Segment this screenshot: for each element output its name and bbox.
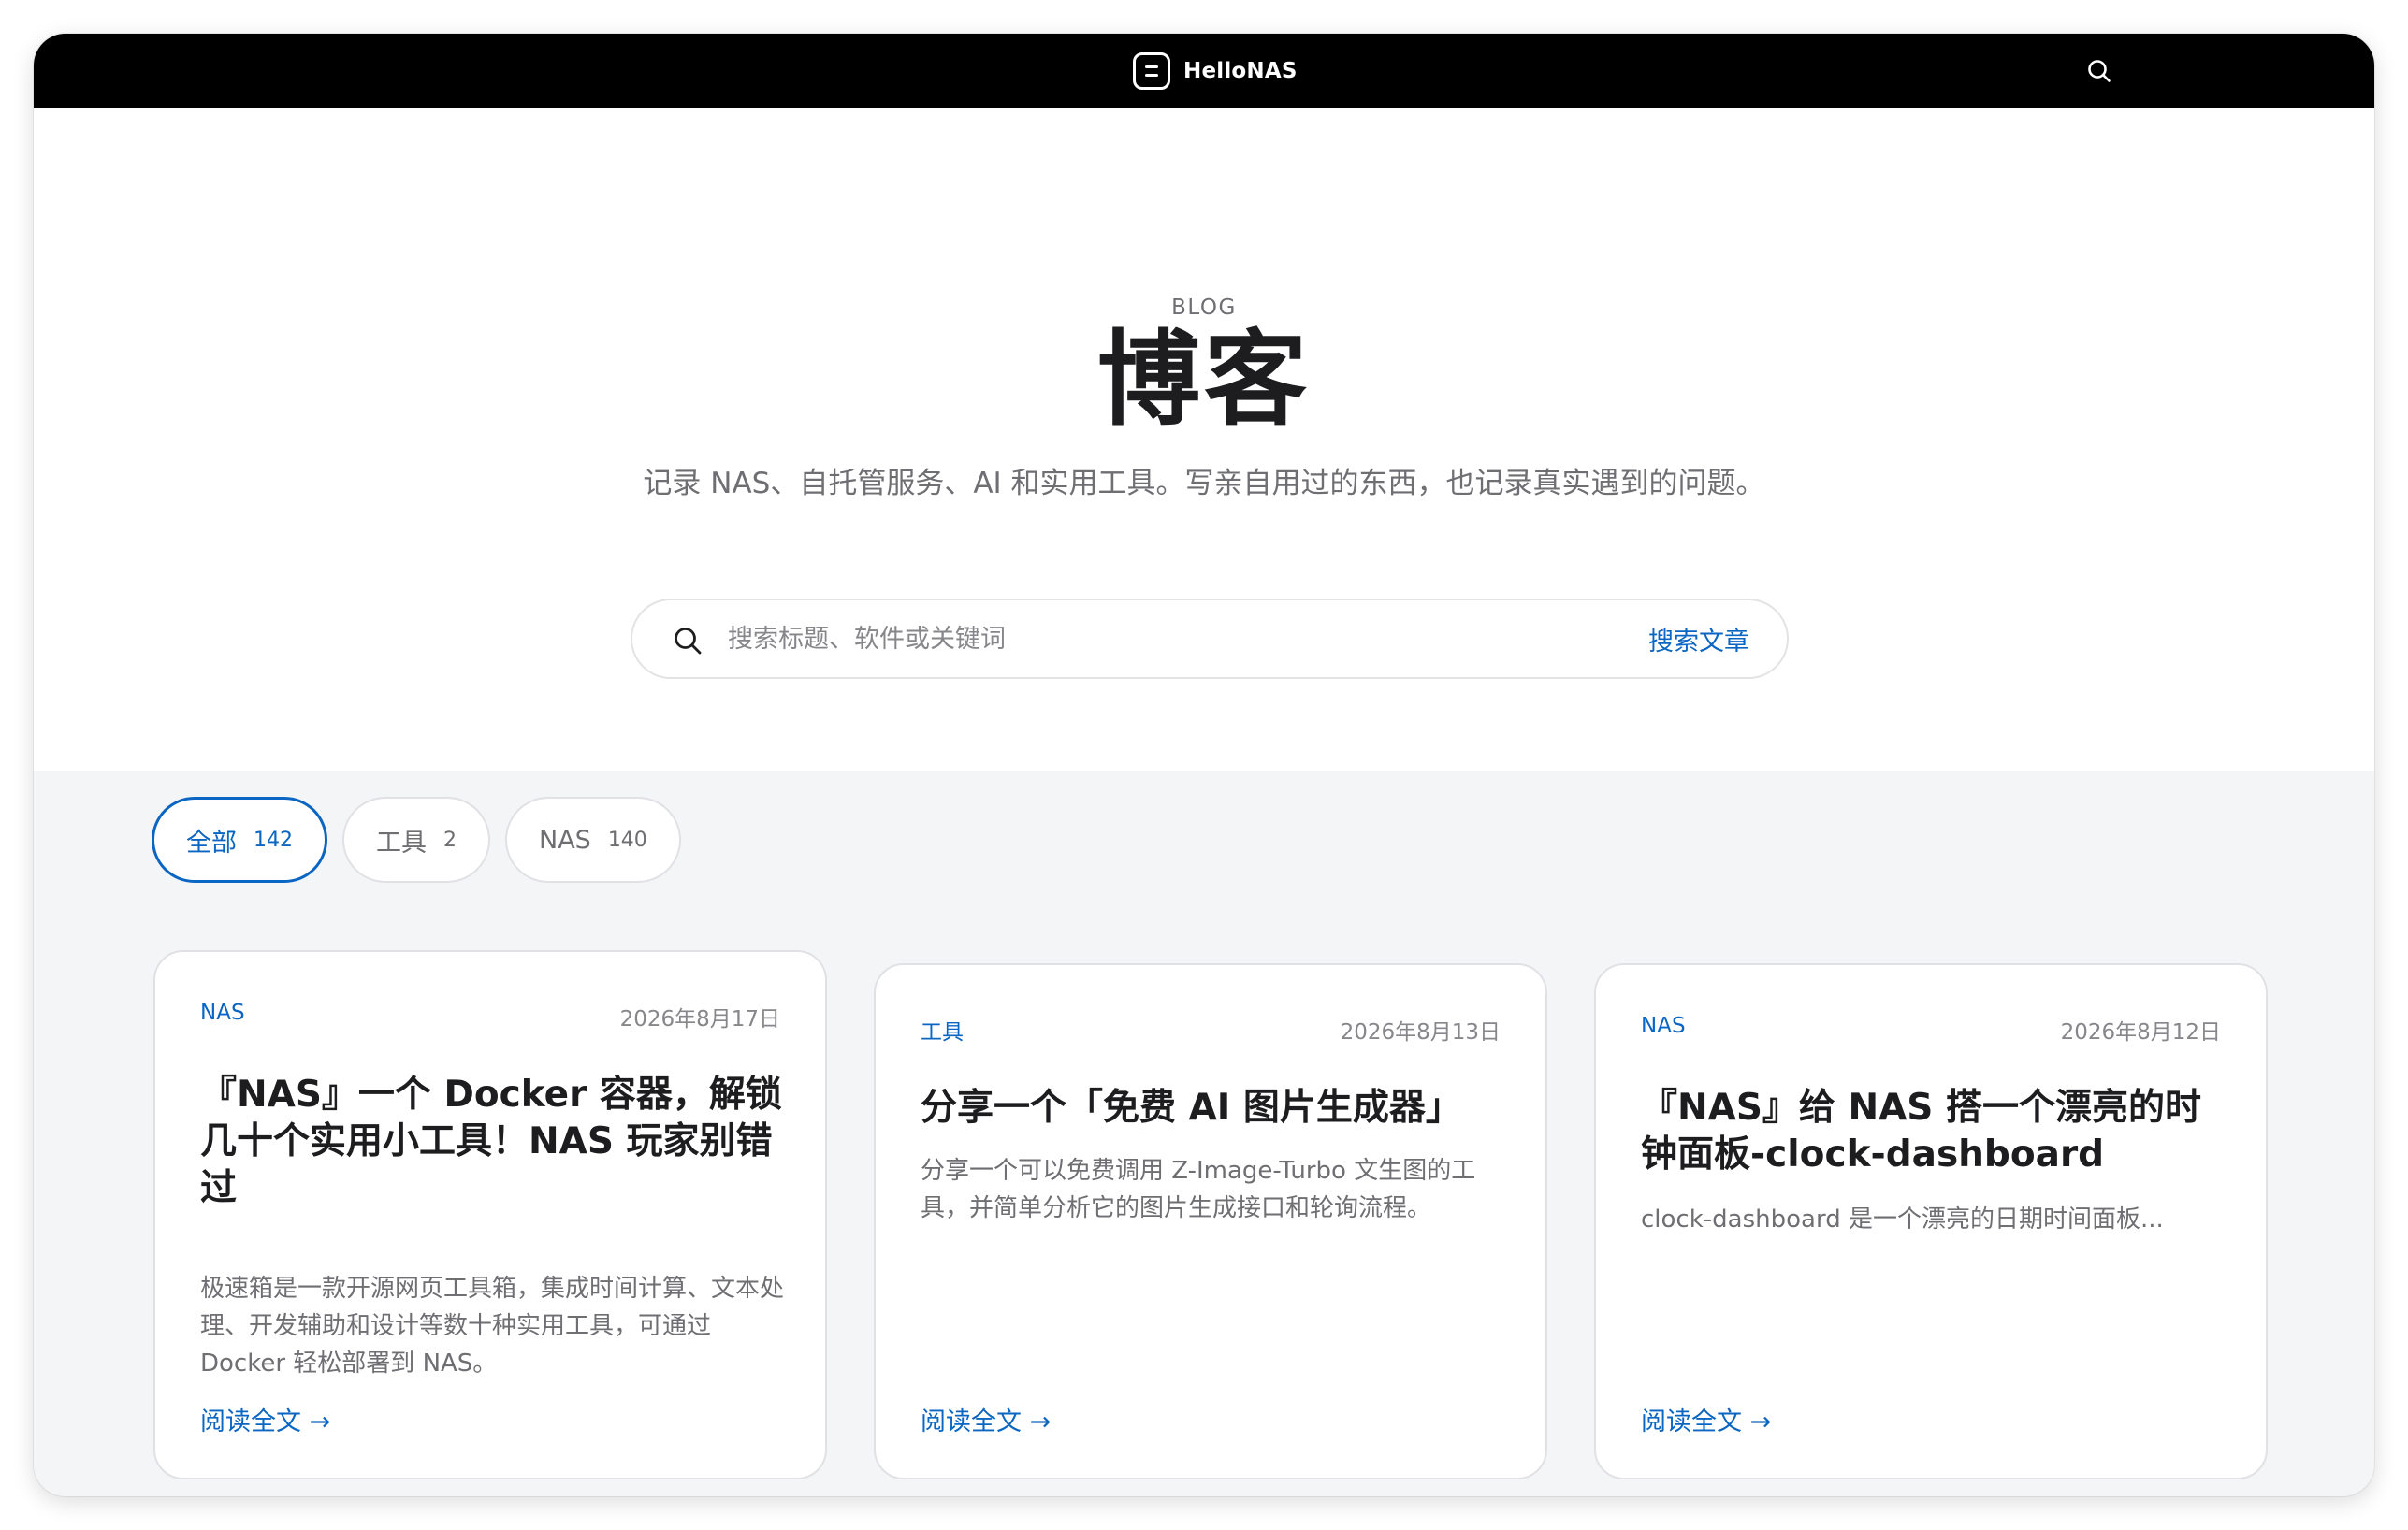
- search-bar: 搜索文章: [631, 599, 1789, 679]
- search-icon[interactable]: [2084, 56, 2114, 86]
- filter-label: 全部: [186, 828, 237, 858]
- post-title[interactable]: 『NAS』一个 Docker 容器，解锁几十个实用小工具！NAS 玩家别错过: [200, 1072, 784, 1212]
- filter-count: 140: [607, 828, 647, 852]
- post-tag[interactable]: NAS: [1641, 1014, 1686, 1038]
- search-icon: [675, 628, 702, 655]
- document-lines-icon: [1133, 52, 1170, 90]
- filter-count: 142: [254, 828, 293, 852]
- page-subtitle: 记录 NAS、自托管服务、AI 和实用工具。写亲自用过的东西，也记录真实遇到的问…: [643, 467, 1765, 500]
- post-card[interactable]: NAS 2026年8月17日 『NAS』一个 Docker 容器，解锁几十个实用…: [153, 950, 827, 1479]
- filter-tools[interactable]: 工具 2: [342, 797, 490, 883]
- post-excerpt: 分享一个可以免费调用 Z-Image-Turbo 文生图的工具，并简单分析它的图…: [921, 1157, 1476, 1222]
- post-excerpt: clock-dashboard 是一个漂亮的日期时间面板...: [1641, 1205, 2164, 1234]
- section-eyebrow: BLOG: [1171, 296, 1237, 320]
- hero-section: BLOG 博客 记录 NAS、自托管服务、AI 和实用工具。写亲自用过的东西，也…: [34, 108, 2374, 771]
- filter-count: 2: [443, 828, 457, 852]
- post-tag[interactable]: NAS: [200, 1001, 245, 1025]
- brand-name: HelloNAS: [1183, 59, 1298, 83]
- brand-link[interactable]: HelloNAS: [1133, 50, 1298, 93]
- search-button[interactable]: 搜索文章: [1648, 621, 1749, 657]
- top-nav: HelloNAS: [34, 34, 2374, 108]
- filter-all[interactable]: 全部 142: [152, 797, 327, 883]
- post-title[interactable]: 分享一个「免费 AI 图片生成器」: [921, 1085, 1504, 1132]
- filter-label: NAS: [539, 825, 591, 855]
- read-more-link[interactable]: 阅读全文 →: [921, 1401, 1051, 1437]
- post-excerpt: 极速箱是一款开源网页工具箱，集成时间计算、文本处理、开发辅助和设计等数十种实用工…: [200, 1275, 785, 1378]
- post-card[interactable]: 工具 2026年8月13日 分享一个「免费 AI 图片生成器」 分享一个可以免费…: [874, 963, 1547, 1479]
- category-filters: 全部 142 工具 2 NAS 140: [152, 797, 681, 883]
- post-card[interactable]: NAS 2026年8月12日 『NAS』给 NAS 搭一个漂亮的时钟面板-clo…: [1594, 963, 2268, 1479]
- post-date: 2026年8月13日: [1340, 1020, 1501, 1045]
- post-date: 2026年8月12日: [2060, 1020, 2221, 1045]
- filter-label: 工具: [376, 828, 427, 858]
- filter-nas[interactable]: NAS 140: [505, 797, 681, 883]
- read-more-link[interactable]: 阅读全文 →: [1641, 1401, 1771, 1437]
- page-title: 博客: [1097, 320, 1311, 440]
- browser-frame: HelloNAS BLOG 博客 记录 NAS、自托管服务、AI 和实用工具。写…: [34, 34, 2374, 1496]
- post-title[interactable]: 『NAS』给 NAS 搭一个漂亮的时钟面板-clock-dashboard: [1641, 1085, 2225, 1178]
- post-date: 2026年8月17日: [619, 1007, 780, 1032]
- search-input[interactable]: [728, 617, 1570, 660]
- post-tag[interactable]: 工具: [921, 1014, 964, 1046]
- read-more-link[interactable]: 阅读全文 →: [200, 1401, 330, 1437]
